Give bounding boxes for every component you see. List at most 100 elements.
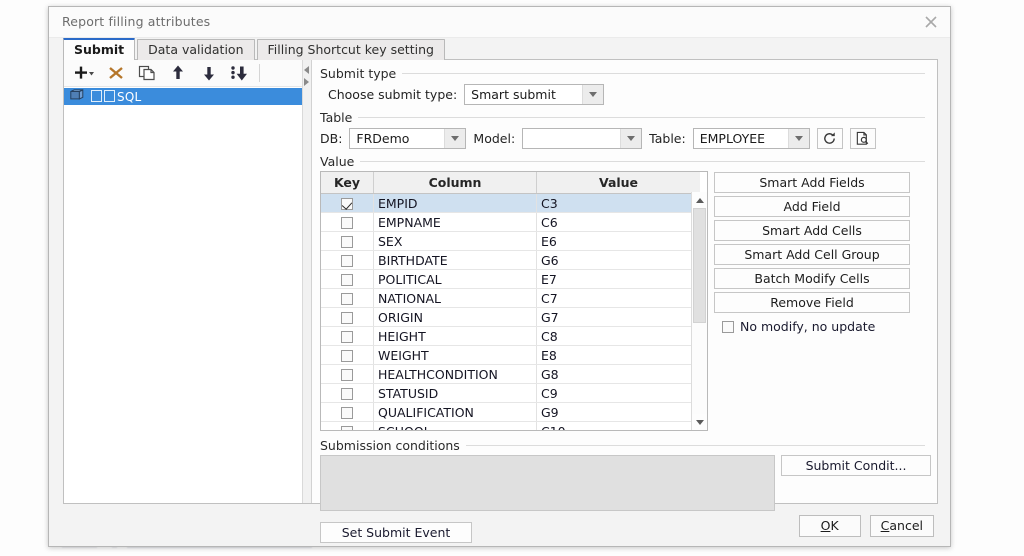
row-column-cell[interactable]: EMPID <box>373 193 537 213</box>
row-column-cell[interactable]: STATUSID <box>373 383 537 403</box>
table-row[interactable]: SCHOOL C10 <box>321 421 700 430</box>
value-grid-scrollbar[interactable] <box>691 192 707 430</box>
row-key-checkbox[interactable] <box>341 330 353 343</box>
row-key-checkbox[interactable] <box>341 406 353 419</box>
row-column-cell[interactable]: SCHOOL <box>373 421 537 430</box>
tab-data-validation[interactable]: Data validation <box>137 39 255 60</box>
tab-submit[interactable]: Submit <box>63 38 136 60</box>
row-column-cell[interactable]: BIRTHDATE <box>373 250 537 270</box>
row-value-cell[interactable]: C6 <box>536 212 700 232</box>
submit-condition-button[interactable]: Submit Condit... <box>781 455 931 476</box>
splitter-collapse-right-icon[interactable] <box>304 78 310 86</box>
tree-item-sql[interactable]: SQL <box>64 88 303 105</box>
cross-icon[interactable] <box>101 60 131 86</box>
row-key-cell[interactable] <box>321 326 374 346</box>
row-key-cell[interactable] <box>321 269 374 289</box>
row-column-cell[interactable]: HEALTHCONDITION <box>373 364 537 384</box>
submit-target-tree[interactable]: SQL <box>64 87 303 503</box>
row-key-checkbox[interactable] <box>341 273 353 286</box>
table-row[interactable]: HEALTHCONDITION G8 <box>321 364 700 384</box>
row-value-cell[interactable]: E6 <box>536 231 700 251</box>
row-value-cell[interactable]: C3 <box>536 193 700 213</box>
row-key-cell[interactable] <box>321 383 374 403</box>
row-key-checkbox[interactable] <box>341 311 353 324</box>
row-value-cell[interactable]: G8 <box>536 364 700 384</box>
row-value-cell[interactable]: C7 <box>536 288 700 308</box>
model-select[interactable] <box>522 128 643 149</box>
smart-add-fields-button[interactable]: Smart Add Fields <box>714 172 910 193</box>
row-column-cell[interactable]: QUALIFICATION <box>373 402 537 422</box>
row-key-cell[interactable] <box>321 307 374 327</box>
table-row[interactable]: WEIGHT E8 <box>321 345 700 365</box>
close-icon[interactable] <box>920 11 942 33</box>
row-value-cell[interactable]: G6 <box>536 250 700 270</box>
smart-add-cell-group-button[interactable]: Smart Add Cell Group <box>714 244 910 265</box>
arrow-up-icon[interactable] <box>163 60 193 86</box>
arrow-down-icon[interactable] <box>194 60 224 86</box>
row-column-cell[interactable]: NATIONAL <box>373 288 537 308</box>
submit-type-select[interactable]: Smart submit <box>464 84 605 105</box>
row-key-checkbox[interactable] <box>341 368 353 381</box>
row-column-cell[interactable]: ORIGIN <box>373 307 537 327</box>
table-row[interactable]: ORIGIN G7 <box>321 307 700 327</box>
row-column-cell[interactable]: WEIGHT <box>373 345 537 365</box>
row-key-checkbox[interactable] <box>341 254 353 267</box>
db-select[interactable]: FRDemo <box>349 128 467 149</box>
scrollbar-thumb[interactable] <box>693 208 706 324</box>
row-column-cell[interactable]: POLITICAL <box>373 269 537 289</box>
splitter-collapse-left-icon[interactable] <box>304 66 310 74</box>
row-key-cell[interactable] <box>321 193 374 213</box>
batch-modify-cells-button[interactable]: Batch Modify Cells <box>714 268 910 289</box>
scroll-down-button[interactable] <box>692 414 707 430</box>
row-key-checkbox[interactable] <box>341 425 353 430</box>
row-key-checkbox[interactable] <box>341 387 353 400</box>
add-field-button[interactable]: Add Field <box>714 196 910 217</box>
row-key-cell[interactable] <box>321 421 374 430</box>
table-row[interactable]: NATIONAL C7 <box>321 288 700 308</box>
table-select[interactable]: EMPLOYEE <box>692 128 810 149</box>
row-value-cell[interactable]: C8 <box>536 326 700 346</box>
row-key-cell[interactable] <box>321 212 374 232</box>
row-value-cell[interactable]: G7 <box>536 307 700 327</box>
row-column-cell[interactable]: HEIGHT <box>373 326 537 346</box>
table-row[interactable]: EMPID C3 <box>321 193 700 213</box>
value-grid[interactable]: Key Column Value EMPID C3 EMPNAME C6 SEX E6 BI… <box>320 171 708 431</box>
table-row[interactable]: STATUSID C9 <box>321 383 700 403</box>
table-row[interactable]: EMPNAME C6 <box>321 212 700 232</box>
row-key-checkbox[interactable] <box>341 235 353 248</box>
table-row[interactable]: SEX E6 <box>321 231 700 251</box>
submission-conditions-display[interactable] <box>320 455 775 511</box>
row-key-cell[interactable] <box>321 345 374 365</box>
table-row[interactable]: HEIGHT C8 <box>321 326 700 346</box>
row-value-cell[interactable]: C9 <box>536 383 700 403</box>
row-key-cell[interactable] <box>321 250 374 270</box>
panel-splitter[interactable] <box>303 60 312 503</box>
table-row[interactable]: BIRTHDATE G6 <box>321 250 700 270</box>
smart-add-cells-button[interactable]: Smart Add Cells <box>714 220 910 241</box>
copy-icon[interactable] <box>132 60 162 86</box>
row-key-checkbox[interactable] <box>341 292 353 305</box>
row-key-cell[interactable] <box>321 288 374 308</box>
cancel-button[interactable]: Cancel <box>869 515 934 537</box>
document-search-icon[interactable] <box>849 128 876 149</box>
tab-filling-shortcut-key-setting[interactable]: Filling Shortcut key setting <box>256 39 445 60</box>
table-row[interactable]: QUALIFICATION G9 <box>321 402 700 422</box>
row-key-cell[interactable] <box>321 402 374 422</box>
row-value-cell[interactable]: C10 <box>536 421 700 430</box>
remove-field-button[interactable]: Remove Field <box>714 292 910 313</box>
scroll-up-button[interactable] <box>692 192 707 208</box>
row-value-cell[interactable]: E7 <box>536 269 700 289</box>
scrollbar-track[interactable] <box>692 208 707 414</box>
column-header-column[interactable]: Column <box>373 172 537 194</box>
row-value-cell[interactable]: G9 <box>536 402 700 422</box>
table-row[interactable]: POLITICAL E7 <box>321 269 700 289</box>
no-modify-no-update-checkbox[interactable]: No modify, no update <box>714 319 910 334</box>
row-key-checkbox[interactable] <box>341 349 353 362</box>
plus-dropdown-icon[interactable] <box>70 60 100 86</box>
row-key-checkbox[interactable] <box>341 197 353 210</box>
refresh-icon[interactable] <box>816 128 843 149</box>
row-column-cell[interactable]: SEX <box>373 231 537 251</box>
row-value-cell[interactable]: E8 <box>536 345 700 365</box>
row-key-checkbox[interactable] <box>341 216 353 229</box>
row-column-cell[interactable]: EMPNAME <box>373 212 537 232</box>
